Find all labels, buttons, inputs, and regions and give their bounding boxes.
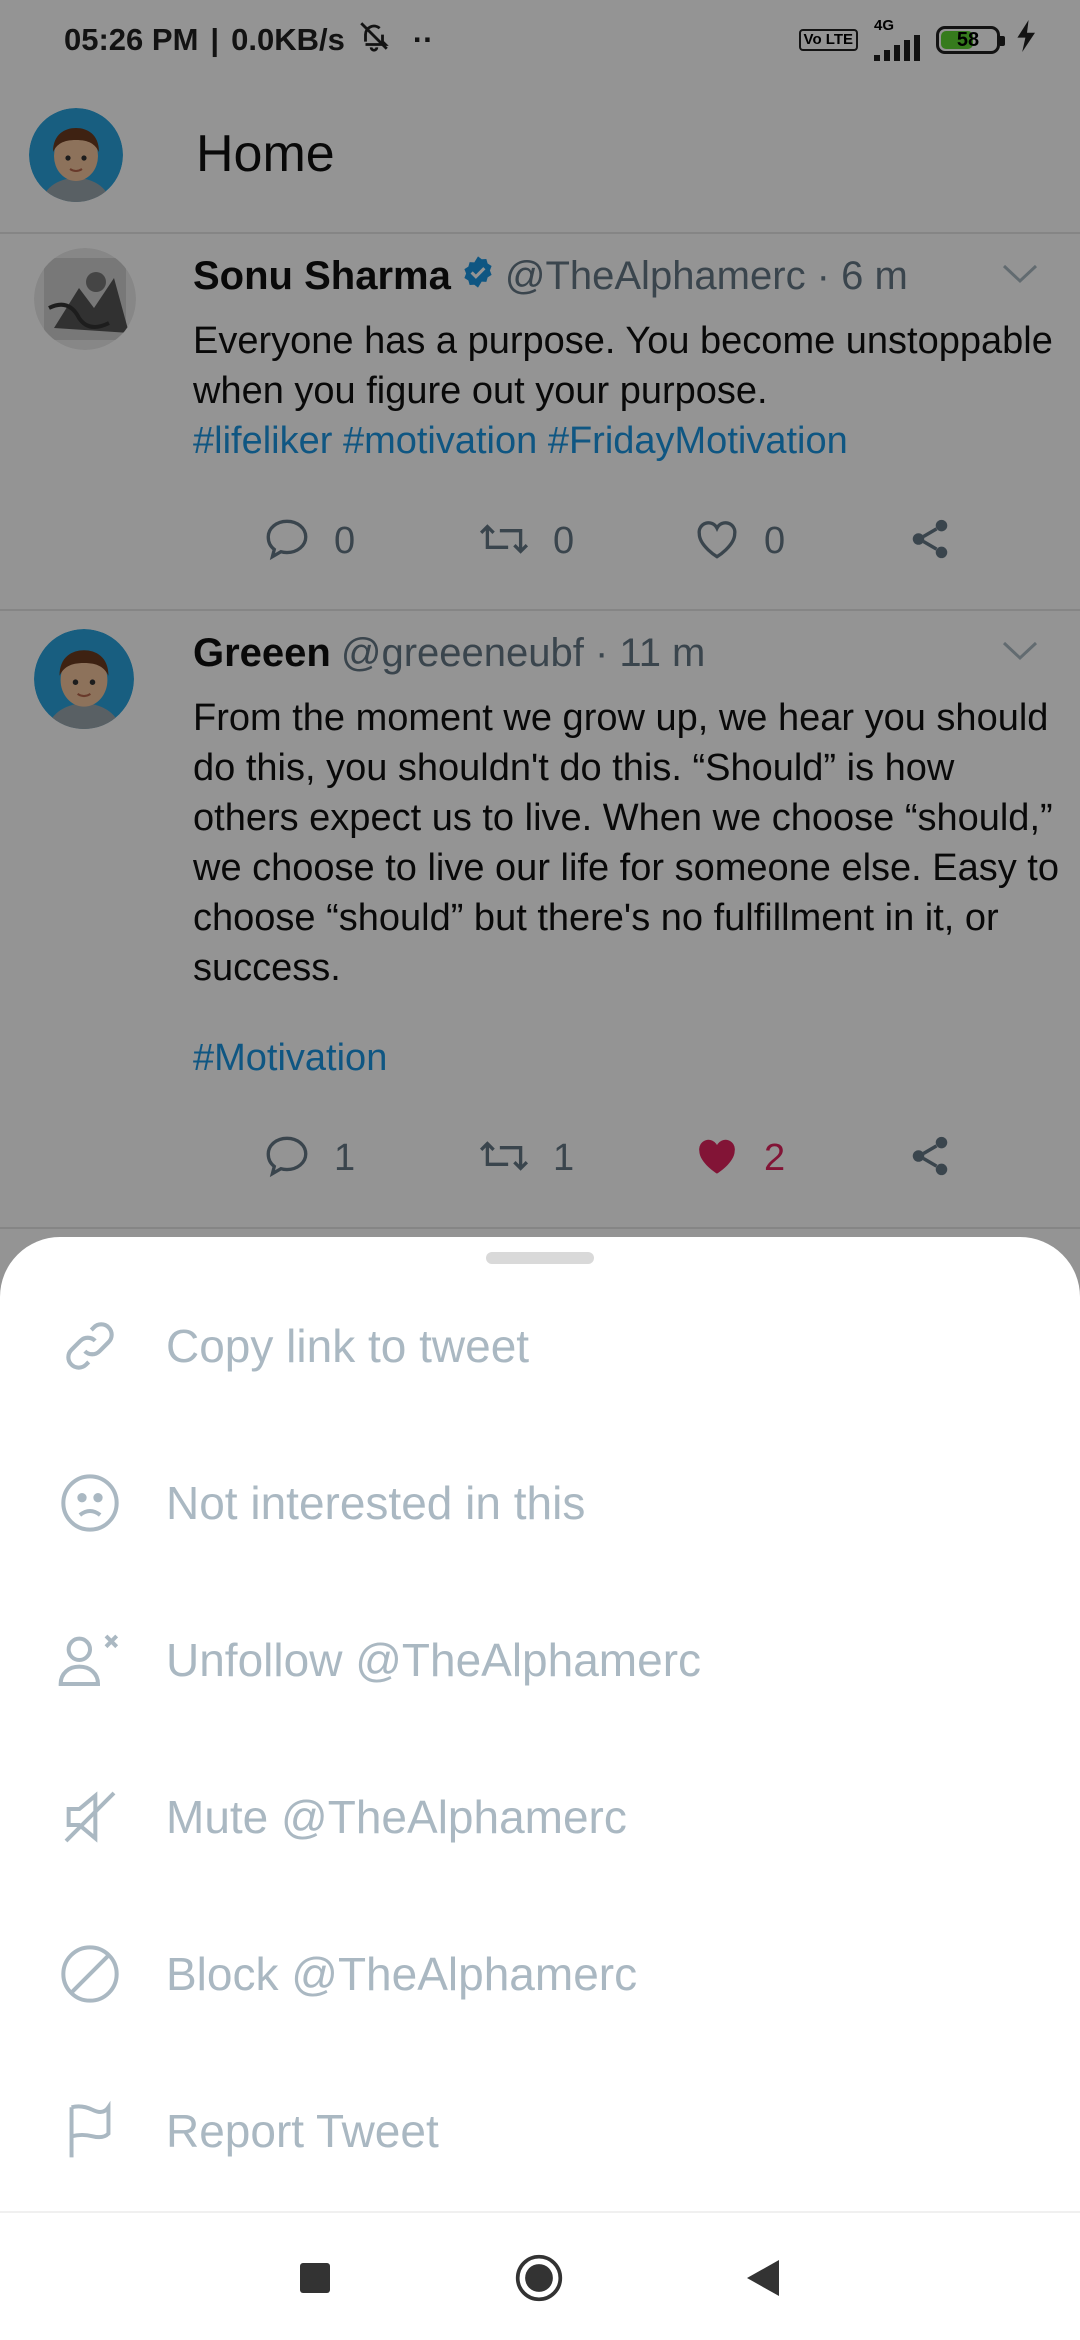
unfollow-label: Unfollow @TheAlphamerc — [166, 1633, 702, 1686]
unfollow-user-icon — [55, 1625, 125, 1695]
flag-icon — [55, 2096, 125, 2166]
system-nav-bar — [0, 2211, 1080, 2340]
report-option[interactable]: Report Tweet — [0, 2052, 1080, 2209]
block-icon — [55, 1939, 125, 2009]
tweet-options-sheet: Copy link to tweet Not interested in thi… — [0, 1237, 1080, 2211]
copy-link-label: Copy link to tweet — [166, 1319, 530, 1372]
block-label: Block @TheAlphamerc — [166, 1947, 638, 2000]
not-interested-label: Not interested in this — [166, 1476, 586, 1529]
link-icon — [55, 1311, 125, 1381]
mute-label: Mute @TheAlphamerc — [166, 1790, 627, 1843]
recents-button[interactable] — [290, 2253, 340, 2303]
report-label: Report Tweet — [166, 2104, 439, 2157]
block-option[interactable]: Block @TheAlphamerc — [0, 1895, 1080, 2052]
unfollow-option[interactable]: Unfollow @TheAlphamerc — [0, 1581, 1080, 1738]
sheet-drag-handle[interactable] — [486, 1252, 594, 1264]
copy-link-option[interactable]: Copy link to tweet — [0, 1267, 1080, 1424]
mute-option[interactable]: Mute @TheAlphamerc — [0, 1738, 1080, 1895]
home-button[interactable] — [514, 2253, 564, 2303]
sad-face-icon — [55, 1468, 125, 1538]
mute-speaker-icon — [55, 1782, 125, 1852]
back-button[interactable] — [738, 2253, 788, 2303]
not-interested-option[interactable]: Not interested in this — [0, 1424, 1080, 1581]
